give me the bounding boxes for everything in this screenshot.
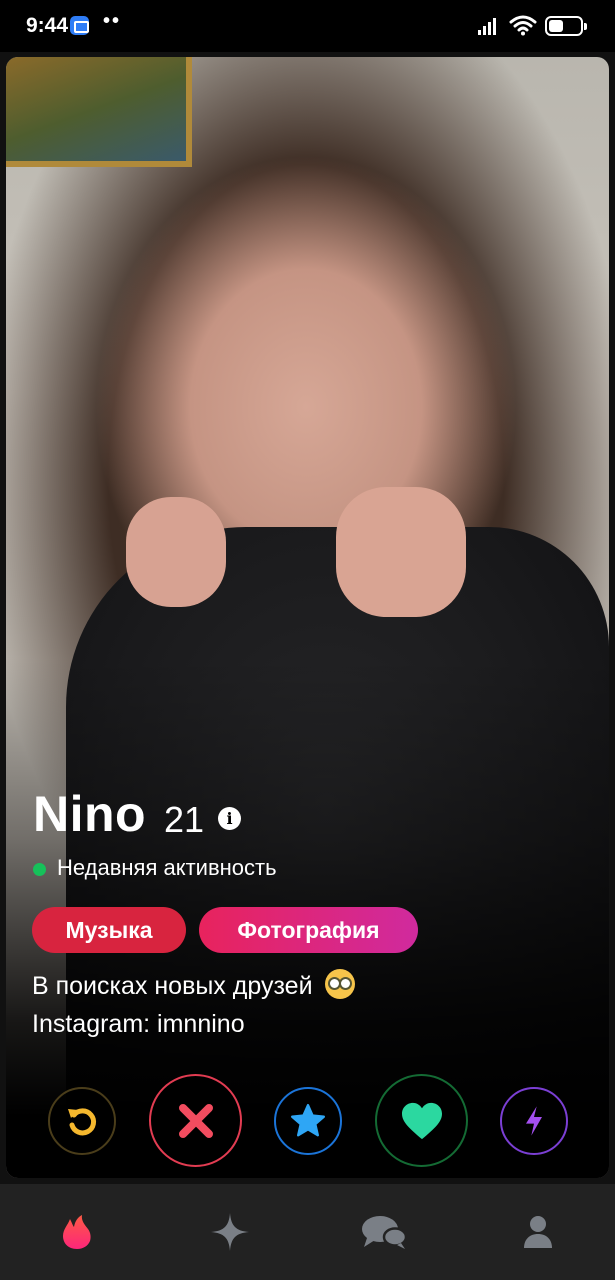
interest-tag-music: Музыка [32, 907, 186, 953]
nav-discover[interactable] [27, 1184, 127, 1280]
boost-button[interactable] [500, 1087, 568, 1155]
close-icon [178, 1103, 213, 1138]
status-time: 9:44 [26, 14, 69, 37]
photo-hand-left [126, 497, 226, 607]
rewind-icon [68, 1108, 97, 1136]
bio-text: В поисках новых друзей [32, 972, 313, 1000]
like-button[interactable] [375, 1074, 468, 1167]
nav-profile[interactable] [488, 1184, 588, 1280]
rewind-button[interactable] [48, 1087, 116, 1155]
profile-card[interactable]: Nino 21 i Недавняя активность Музыка Фот… [6, 57, 609, 1178]
interest-tag-photography: Фотография [199, 907, 418, 953]
photo-hand-right [336, 487, 466, 617]
heart-icon [401, 1102, 442, 1139]
status-bar: 9:44 •• [0, 0, 615, 52]
nav-explore[interactable] [180, 1184, 280, 1280]
profile-name: Nino [33, 786, 147, 842]
nerd-face-emoji [325, 969, 356, 999]
bio-line-2: Instagram: imnnino [32, 1010, 245, 1038]
bottom-nav [0, 1184, 615, 1280]
activity-status-label: Недавняя активность [57, 855, 277, 880]
star-icon [290, 1103, 326, 1137]
flame-icon [63, 1215, 91, 1249]
bio-line-1: В поисках новых друзей [32, 969, 356, 1001]
profile-age: 21 [164, 799, 205, 840]
sparkle-icon [211, 1213, 249, 1251]
activity-status-dot [33, 863, 46, 876]
wifi-icon [509, 15, 537, 36]
nope-button[interactable] [149, 1074, 242, 1167]
battery-icon [545, 16, 587, 36]
message-app-icon [70, 16, 89, 35]
photo-background-painting [6, 57, 192, 167]
super-like-button[interactable] [274, 1087, 342, 1155]
user-icon [524, 1216, 552, 1248]
nav-chats[interactable] [334, 1184, 434, 1280]
lightning-icon [526, 1106, 542, 1136]
info-icon[interactable]: i [218, 807, 241, 830]
notification-dots: •• [103, 10, 122, 32]
signal-icon [478, 16, 502, 35]
chat-icon [362, 1216, 407, 1249]
